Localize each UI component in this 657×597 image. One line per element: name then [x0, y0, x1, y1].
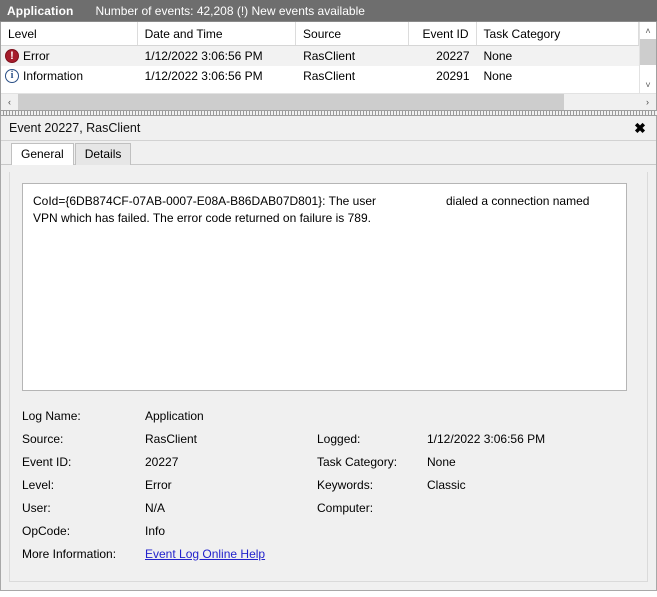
close-icon[interactable]: ✖: [630, 118, 650, 138]
information-icon: [5, 69, 19, 83]
label-opcode: OpCode:: [22, 524, 145, 538]
general-tab-panel: CoId={6DB874CF-07AB-0007-E08A-B86DAB07D8…: [9, 172, 648, 582]
value-user: N/A: [145, 501, 165, 515]
metadata-row: Level: Error Keywords: Classic: [22, 473, 635, 496]
cell-level: Information: [1, 69, 138, 83]
metadata-source: Source: RasClient: [22, 432, 317, 446]
detail-tabstrip: General Details: [1, 141, 656, 165]
metadata-event-id: Event ID: 20227: [22, 455, 317, 469]
metadata-computer: Computer:: [317, 501, 635, 515]
metadata-row: Source: RasClient Logged: 1/12/2022 3:06…: [22, 427, 635, 450]
column-header-source[interactable]: Source: [296, 22, 409, 45]
value-logged: 1/12/2022 3:06:56 PM: [427, 432, 545, 446]
metadata-more-information: More Information: Event Log Online Help: [22, 547, 317, 561]
metadata-row: Event ID: 20227 Task Category: None: [22, 450, 635, 473]
events-vertical-scrollbar[interactable]: ˄ ˅: [639, 22, 656, 93]
metadata-level: Level: Error: [22, 478, 317, 492]
value-opcode: Info: [145, 524, 165, 538]
value-source: RasClient: [145, 432, 197, 446]
event-detail-pane: Event 20227, RasClient ✖ General Details…: [0, 116, 657, 591]
horizontal-scroll-thumb[interactable]: [18, 94, 564, 110]
events-horizontal-scrollbar[interactable]: ‹ ›: [1, 93, 656, 110]
scroll-right-icon[interactable]: ›: [639, 94, 656, 110]
cell-event-id: 20227: [409, 49, 477, 63]
table-row[interactable]: Error 1/12/2022 3:06:56 PM RasClient 202…: [1, 46, 639, 66]
value-level: Error: [145, 478, 172, 492]
cell-level-text: Error: [23, 49, 50, 63]
label-keywords: Keywords:: [317, 478, 427, 492]
value-keywords: Classic: [427, 478, 466, 492]
metadata-row: More Information: Event Log Online Help: [22, 542, 635, 565]
label-logged: Logged:: [317, 432, 427, 446]
cell-event-id: 20291: [409, 69, 477, 83]
label-computer: Computer:: [317, 501, 427, 515]
cell-source: RasClient: [296, 49, 409, 63]
label-log-name: Log Name:: [22, 409, 145, 423]
table-row[interactable]: Information 1/12/2022 3:06:56 PM RasClie…: [1, 66, 639, 86]
error-icon: [5, 49, 19, 63]
scroll-left-icon[interactable]: ‹: [1, 94, 18, 110]
label-source: Source:: [22, 432, 145, 446]
label-task-category: Task Category:: [317, 455, 427, 469]
label-event-id: Event ID:: [22, 455, 145, 469]
metadata-user: User: N/A: [22, 501, 317, 515]
metadata-log-name: Log Name: Application: [22, 409, 317, 423]
events-list-panel: Level Date and Time Source Event ID Task…: [0, 22, 657, 110]
cell-source: RasClient: [296, 69, 409, 83]
log-header-bar: Application Number of events: 42,208 (!)…: [0, 0, 657, 22]
value-log-name: Application: [145, 409, 204, 423]
label-level: Level:: [22, 478, 145, 492]
metadata-opcode: OpCode: Info: [22, 524, 317, 538]
value-task-category: None: [427, 455, 456, 469]
tab-details[interactable]: Details: [75, 143, 132, 165]
log-name-label: Application: [7, 4, 73, 18]
label-more-information: More Information:: [22, 547, 145, 561]
metadata-row: OpCode: Info: [22, 519, 635, 542]
event-log-online-help-link[interactable]: Event Log Online Help: [145, 547, 265, 561]
cell-date-and-time: 1/12/2022 3:06:56 PM: [138, 69, 297, 83]
scroll-down-icon[interactable]: ˅: [640, 76, 656, 93]
metadata-task-category: Task Category: None: [317, 455, 635, 469]
cell-level-text: Information: [23, 69, 83, 83]
page-title: Event 20227, RasClient: [9, 121, 630, 135]
vertical-scroll-track[interactable]: [640, 39, 656, 76]
events-grid-header: Level Date and Time Source Event ID Task…: [1, 22, 639, 46]
cell-date-and-time: 1/12/2022 3:06:56 PM: [138, 49, 297, 63]
value-event-id: 20227: [145, 455, 178, 469]
metadata-keywords: Keywords: Classic: [317, 478, 635, 492]
cell-task-category: None: [477, 49, 639, 63]
event-message-box[interactable]: CoId={6DB874CF-07AB-0007-E08A-B86DAB07D8…: [22, 183, 627, 391]
metadata-logged: Logged: 1/12/2022 3:06:56 PM: [317, 432, 635, 446]
events-count-label: Number of events: 42,208 (!) New events …: [95, 4, 364, 18]
metadata-row: User: N/A Computer:: [22, 496, 635, 519]
tab-general[interactable]: General: [11, 143, 74, 165]
cell-level: Error: [1, 49, 138, 63]
event-message-line-2: VPN which has failed. The error code ret…: [33, 210, 616, 227]
column-header-date-and-time[interactable]: Date and Time: [138, 22, 296, 45]
label-user: User:: [22, 501, 145, 515]
column-header-event-id[interactable]: Event ID: [409, 22, 477, 45]
detail-title-bar: Event 20227, RasClient ✖: [1, 116, 656, 141]
event-metadata: Log Name: Application Source: RasClient …: [22, 404, 635, 577]
horizontal-scroll-track[interactable]: [18, 94, 639, 110]
vertical-scroll-thumb[interactable]: [640, 39, 656, 65]
cell-task-category: None: [477, 69, 639, 83]
event-message-line-1: CoId={6DB874CF-07AB-0007-E08A-B86DAB07D8…: [33, 193, 616, 210]
metadata-row: Log Name: Application: [22, 404, 635, 427]
scroll-up-icon[interactable]: ˄: [640, 22, 656, 39]
column-header-level[interactable]: Level: [1, 22, 138, 45]
column-header-task-category[interactable]: Task Category: [477, 22, 639, 45]
